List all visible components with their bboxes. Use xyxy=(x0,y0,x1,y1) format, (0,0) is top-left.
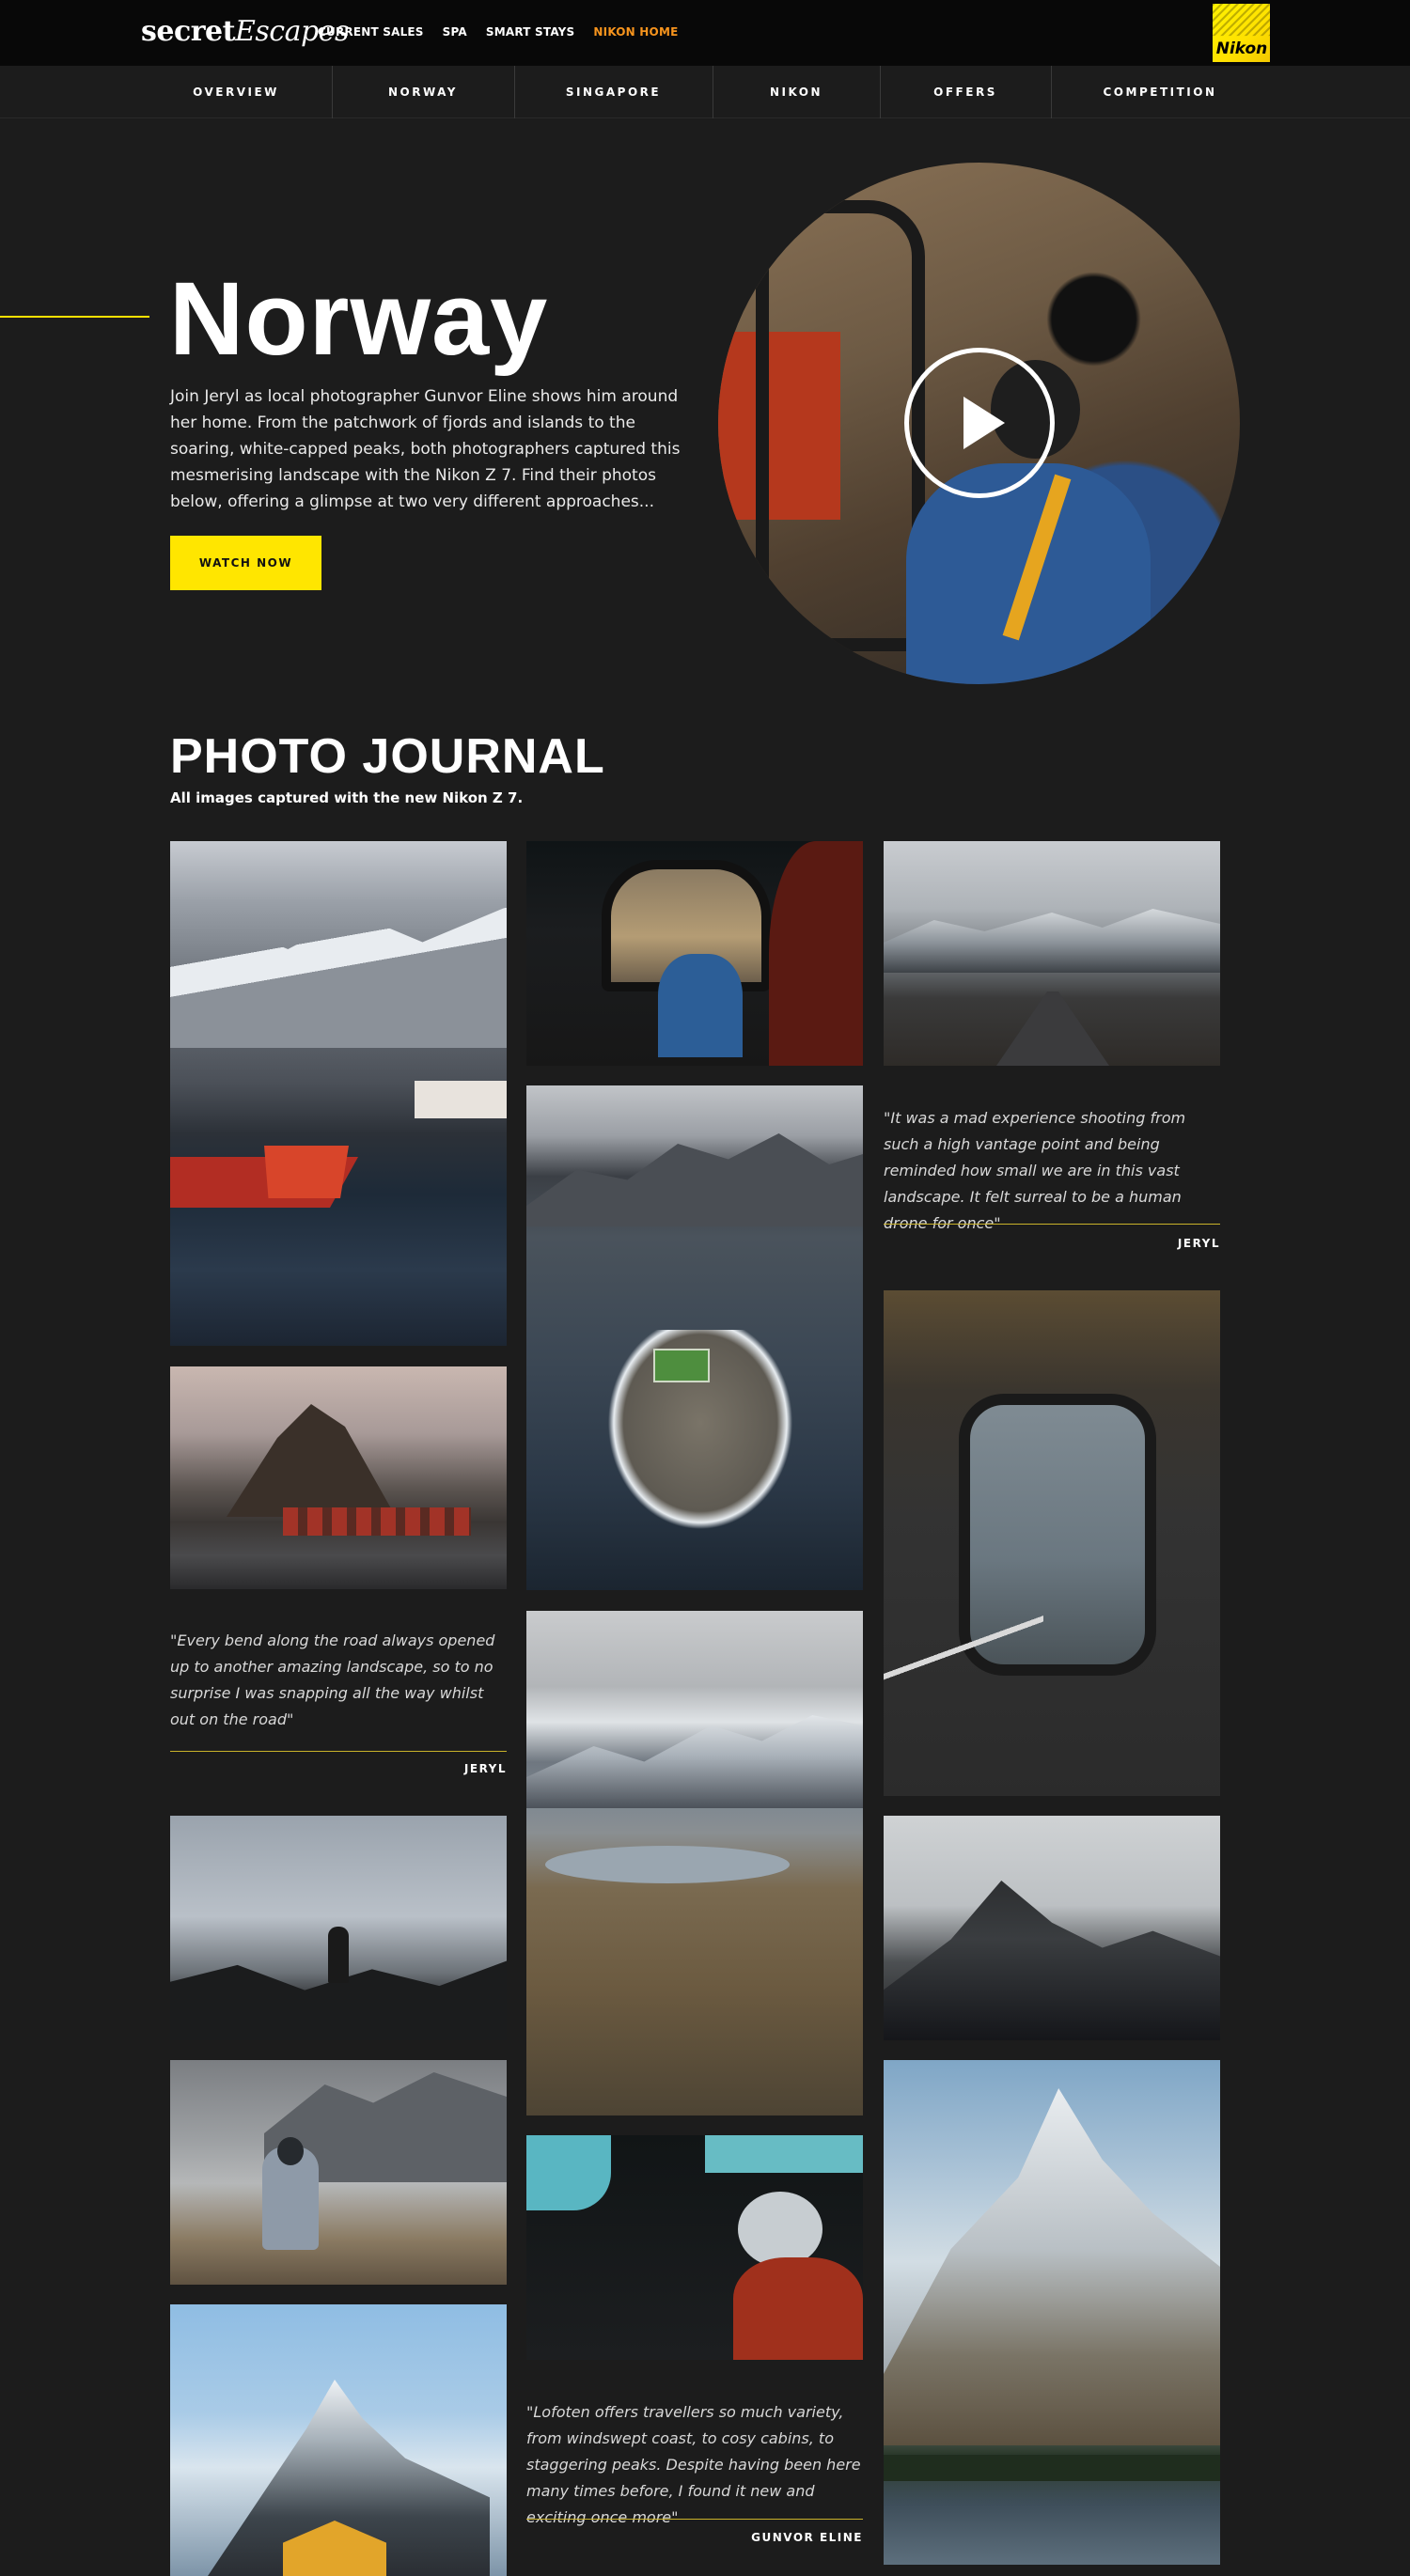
helicopter-window-frame xyxy=(756,200,925,651)
tab-overview[interactable]: OVERVIEW xyxy=(141,66,331,118)
photo-journal-subtitle: All images captured with the new Nikon Z… xyxy=(170,789,524,806)
nav-smart-stays[interactable]: SMART STAYS xyxy=(486,25,575,39)
quote-author: JERYL xyxy=(1177,1237,1220,1250)
quote-text: "It was a mad experience shooting from s… xyxy=(884,1109,1186,1232)
section-nav: OVERVIEW NORWAY SINGAPORE NIKON OFFERS C… xyxy=(0,66,1410,118)
quote-author: GUNVOR ELINE xyxy=(751,2531,863,2544)
photo-lofoten-valley[interactable] xyxy=(526,1611,863,2115)
watch-now-button[interactable]: WATCH NOW xyxy=(170,536,321,590)
quote-text: "Every bend along the road always opened… xyxy=(170,1631,495,1728)
tab-nikon[interactable]: NIKON xyxy=(713,66,880,118)
photo-mountain-road[interactable] xyxy=(884,841,1220,1066)
nav-spa[interactable]: SPA xyxy=(443,25,467,39)
photo-snowy-mountain-lake[interactable] xyxy=(884,2060,1220,2565)
photo-photographer-coast[interactable] xyxy=(170,2060,507,2285)
tab-norway[interactable]: NORWAY xyxy=(332,66,514,118)
photo-helicopter-cockpit[interactable] xyxy=(526,2135,863,2360)
photo-helicopter-interior[interactable] xyxy=(526,841,863,1066)
photo-journal-title: PHOTO JOURNAL xyxy=(170,729,605,784)
nikon-logo[interactable]: Nikon xyxy=(1213,4,1270,62)
tab-competition[interactable]: COMPETITION xyxy=(1051,66,1269,118)
photo-hiker-on-rock[interactable] xyxy=(170,1816,507,2040)
top-nav: CURRENT SALES SPA SMART STAYS NIKON HOME xyxy=(318,25,678,39)
photo-aerial-island-football[interactable] xyxy=(526,1085,863,1590)
photo-wing-mirror[interactable] xyxy=(884,1290,1220,1796)
play-button[interactable] xyxy=(904,348,1055,498)
tab-offers[interactable]: OFFERS xyxy=(880,66,1051,118)
tab-singapore[interactable]: SINGAPORE xyxy=(514,66,713,118)
nikon-logo-text: Nikon xyxy=(1215,39,1268,58)
quote-divider xyxy=(170,1751,507,1752)
quote-divider xyxy=(526,2519,863,2520)
top-bar: secretEscapes CURRENT SALES SPA SMART ST… xyxy=(0,0,1410,66)
hero-accent-line xyxy=(0,316,149,318)
photo-snowy-peak-fog[interactable] xyxy=(884,1816,1220,2040)
hero-intro-text: Join Jeryl as local photographer Gunvor … xyxy=(170,387,681,511)
photo-harbour-boats[interactable] xyxy=(170,841,507,1346)
nav-current-sales[interactable]: CURRENT SALES xyxy=(318,25,424,39)
quote-divider xyxy=(884,1224,1220,1225)
play-icon xyxy=(964,397,1005,449)
quote-text: "Lofoten offers travellers so much varie… xyxy=(526,2403,861,2526)
page-title: Norway xyxy=(169,261,549,377)
photo-peak-yellow-cabin[interactable] xyxy=(170,2304,507,2576)
nav-nikon-home[interactable]: NIKON HOME xyxy=(593,25,678,39)
quote-author: JERYL xyxy=(463,1762,507,1775)
photo-red-cabins[interactable] xyxy=(170,1366,507,1589)
